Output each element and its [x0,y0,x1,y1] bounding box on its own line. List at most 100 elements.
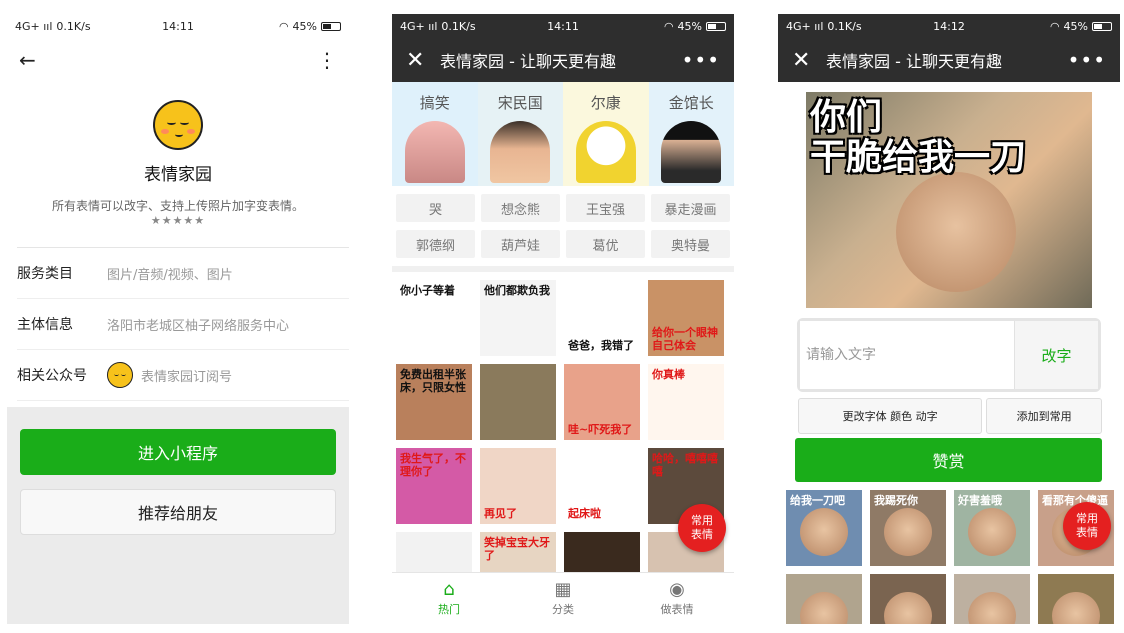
tag-chip[interactable]: 葫芦娃 [481,230,560,258]
sticker-item[interactable]: 他们都欺负我 [480,280,556,356]
sticker-image [1052,592,1100,624]
category-image [575,121,636,183]
favorites-fab-button[interactable]: 常用 表情 [1063,502,1111,550]
tag-chip[interactable]: 哭 [396,194,475,222]
sticker-image [800,508,848,556]
sticker-caption: 再见了 [484,506,517,520]
editor-screen: 4G+ ııl 0.1K/s 14:12 ◠ 45% ✕ 表情家园 - 让聊天更… [778,14,1120,624]
category-jin-guanzhang[interactable]: 金馆长 [648,82,734,186]
battery-level: 45% [292,19,317,33]
sticker-item[interactable]: 我生气了，不理你了 [396,448,472,524]
info-key: 主体信息 [17,317,73,333]
grid-icon: ▦ [554,578,572,600]
sticker-image [800,592,848,624]
recommend-to-friend-button[interactable]: 推荐给朋友 [20,489,336,535]
more-dots-icon[interactable]: ••• [682,48,720,72]
category-funny[interactable]: 搞笑 [392,82,478,186]
sticker-item[interactable]: 再见了 [480,448,556,524]
sticker-image [884,592,932,624]
add-to-favorites-button[interactable]: 添加到常用 [986,398,1102,434]
official-account-avatar-icon [107,362,133,388]
app-logo-icon [153,100,203,150]
battery-icon [706,21,726,31]
reward-button[interactable]: 赞赏 [795,438,1102,482]
related-sticker-grid: 给我一刀吧 我踢死你 好害羞哦 看那有个傻逼 [778,482,1120,624]
network-speed: 0.1K/s [827,19,862,33]
network-indicator: 4G+ ııl [786,19,824,33]
sticker-item[interactable]: 给你一个眼神自己体会 [648,280,724,356]
tag-chip[interactable]: 王宝强 [566,194,645,222]
sticker-caption: 爸爸，我错了 [568,338,634,352]
category-label: 尔康 [590,94,621,112]
network-speed: 0.1K/s [441,19,476,33]
tab-make-sticker[interactable]: ◉ 做表情 [620,573,734,624]
category-image [661,121,722,183]
rating-stars: ★★★★★ [150,214,206,227]
sticker-item[interactable]: 起床啦 [564,448,640,524]
sticker-caption: 好害羞哦 [958,494,1002,507]
sticker-caption: 给你一个眼神自己体会 [652,325,718,352]
info-value: 图片/音频/视频、图片 [107,267,233,283]
back-arrow-icon[interactable]: ← [19,48,36,72]
tab-category[interactable]: ▦ 分类 [506,573,620,624]
category-erkang[interactable]: 尔康 [563,82,649,186]
wifi-icon: ◠ [278,19,289,33]
app-description: 所有表情可以改字、支持上传照片加字变表情。 [51,199,304,213]
sticker-item[interactable]: 给我一刀吧 [786,490,862,566]
sticker-image [968,592,1016,624]
change-style-button[interactable]: 更改字体 颜色 动字 [798,398,983,434]
close-icon[interactable]: ✕ [792,48,824,73]
sticker-item[interactable]: 免费出租半张床，只限女性 [396,364,472,440]
change-text-button[interactable]: 改字 [1014,321,1098,389]
sticker-grid: 你小子等着 他们都欺负我 爸爸，我错了 给你一个眼神自己体会免费出租半张床，只限女性 哇… [392,272,734,616]
more-vertical-icon[interactable]: ⋮ [317,48,337,72]
text-edit-box: 改字 [797,318,1101,392]
tag-chip[interactable]: 想念熊 [481,194,560,222]
more-dots-icon[interactable]: ••• [1068,48,1106,72]
sticker-item[interactable] [870,574,946,624]
sticker-caption: 哈哈，嘻嘻嘻嘻 [652,452,718,479]
tag-chip[interactable]: 郭德纲 [396,230,475,258]
category-banner: 搞笑 宋民国 尔康 金馆长 [392,82,734,186]
sticker-item[interactable]: 哇~吓死我了 [564,364,640,440]
sticker-item[interactable]: 你小子等着 [396,280,472,356]
page-title: 表情家园 - 让聊天更有趣 [440,52,616,71]
info-list: 服务类目 图片/音频/视频、图片 主体信息 洛阳市老城区柚子网络服务中心 相关公… [17,247,349,401]
tag-chip[interactable]: 暴走漫画 [651,194,730,222]
sticker-caption: 你真棒 [652,368,685,381]
sticker-item[interactable] [1038,574,1114,624]
category-song-minguo[interactable]: 宋民国 [477,82,563,186]
sticker-item[interactable] [954,574,1030,624]
category-label: 金馆长 [668,94,714,112]
info-row-entity: 主体信息 洛阳市老城区柚子网络服务中心 [17,299,349,350]
sticker-item[interactable] [480,364,556,440]
category-image [490,121,551,183]
sticker-item[interactable]: 我踢死你 [870,490,946,566]
tag-chip[interactable]: 葛优 [566,230,645,258]
sticker-text-input[interactable] [800,321,1014,389]
wifi-icon: ◠ [1049,19,1060,33]
sticker-item[interactable]: 好害羞哦 [954,490,1030,566]
nav-bar: ✕ 表情家园 - 让聊天更有趣 ••• [778,38,1120,82]
sticker-item[interactable]: 爸爸，我错了 [564,280,640,356]
enter-miniprogram-button[interactable]: 进入小程序 [20,429,336,475]
info-row-official-account[interactable]: 相关公众号 表情家园订阅号 [17,350,349,401]
tab-hot[interactable]: ⌂ 热门 [392,573,506,624]
sticker-item[interactable]: 你真棒 [648,364,724,440]
sticker-caption: 起床啦 [568,506,601,520]
category-label: 宋民国 [497,94,543,112]
action-area: 进入小程序 推荐给朋友 [7,407,349,624]
sticker-item[interactable] [786,574,862,624]
close-icon[interactable]: ✕ [406,48,438,73]
favorites-fab-button[interactable]: 常用 表情 [678,504,726,552]
info-value[interactable]: 表情家园订阅号 [141,366,232,385]
network-indicator: 4G+ ııl [15,19,53,33]
sticker-caption: 免费出租半张床，只限女性 [400,368,466,395]
network-speed: 0.1K/s [56,19,91,33]
info-key: 服务类目 [17,266,73,282]
top-bar: ← ⋮ [7,38,349,82]
category-image [404,121,465,183]
sticker-preview: 你们 干脆给我一刀 [806,92,1092,308]
category-label: 搞笑 [419,94,450,112]
tag-chip[interactable]: 奥特曼 [651,230,730,258]
